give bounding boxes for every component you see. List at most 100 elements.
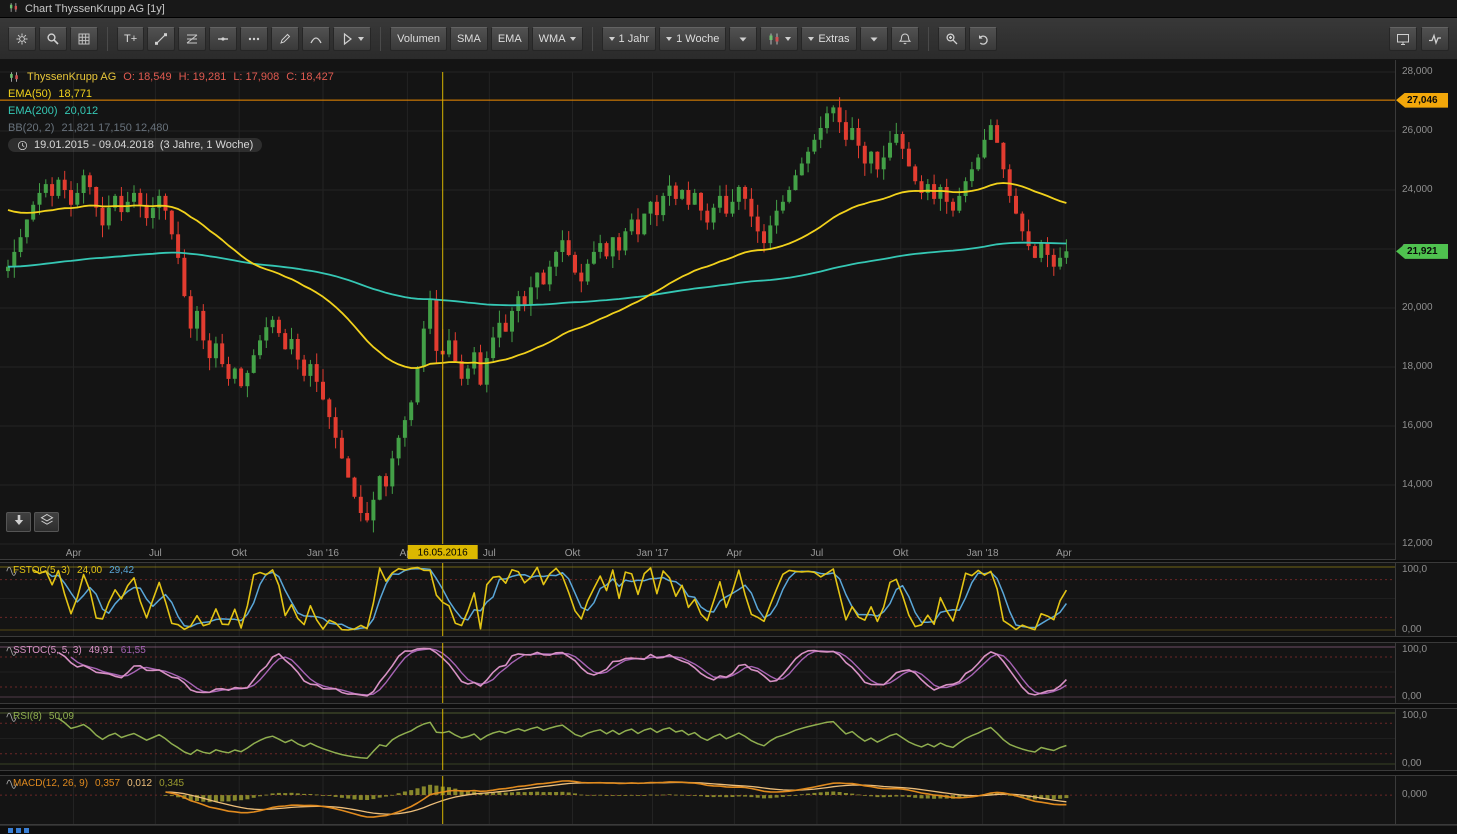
alarm-button[interactable] bbox=[891, 27, 919, 51]
extras-select[interactable]: Extras bbox=[801, 27, 856, 51]
sstoc-value: 61,55 bbox=[121, 645, 146, 656]
scroll-to-end-button[interactable] bbox=[6, 512, 31, 532]
indicator-window-button[interactable] bbox=[1421, 27, 1449, 51]
dotted-line-tool-button[interactable] bbox=[240, 27, 268, 51]
layout-grid-button[interactable] bbox=[70, 27, 98, 51]
panel-indicator-dot[interactable] bbox=[8, 828, 13, 833]
close-value: C: 18,427 bbox=[286, 71, 334, 83]
y-axis-tick: 28,000 bbox=[1402, 66, 1433, 77]
gear-icon bbox=[15, 32, 29, 46]
timespan-select[interactable]: 1 Jahr bbox=[602, 27, 657, 51]
chart-corner-buttons bbox=[6, 512, 59, 532]
fstoc-axis-label: 100,0 bbox=[1402, 564, 1427, 575]
fstoc-plot[interactable] bbox=[0, 563, 1395, 636]
trendline-tool-button[interactable] bbox=[147, 27, 175, 51]
main-toolbar: T+ Volumen SMA EMA WMA 1 Jahr 1 Woche Extras bbox=[0, 18, 1457, 60]
macd-value: 0,345 bbox=[159, 778, 184, 789]
high-value: H: 19,281 bbox=[179, 71, 227, 83]
macd-plot[interactable] bbox=[0, 776, 1395, 824]
chevron-down-icon bbox=[808, 37, 814, 41]
ema50-value: 18,771 bbox=[58, 88, 92, 100]
rsi-plot[interactable] bbox=[0, 709, 1395, 770]
fstoc-value: 24,00 bbox=[77, 565, 102, 576]
volumen-button[interactable]: Volumen bbox=[390, 27, 447, 51]
toolbar-separator bbox=[107, 27, 108, 51]
alert-price-tag[interactable]: 27,046 bbox=[1396, 93, 1448, 108]
y-axis-tick: 18,000 bbox=[1402, 361, 1433, 372]
chart-type-select[interactable] bbox=[760, 27, 798, 51]
period-range: 19.01.2015 - 09.04.2018 bbox=[34, 139, 154, 151]
arc-icon bbox=[309, 32, 323, 46]
pointer-tool-button[interactable] bbox=[333, 27, 371, 51]
price-axis[interactable]: 28,00026,00024,00022,00020,00018,00016,0… bbox=[1395, 60, 1457, 560]
toolbar-separator bbox=[380, 27, 381, 51]
magnifier-icon bbox=[46, 32, 60, 46]
panel-indicator-dot[interactable] bbox=[24, 828, 29, 833]
chevron-icon bbox=[867, 32, 881, 46]
text-annotation-button[interactable]: T+ bbox=[117, 27, 144, 51]
sstoc-axis: 100,00,00 bbox=[1395, 643, 1457, 703]
window-icon bbox=[8, 0, 19, 18]
ema50-label[interactable]: EMA(50) bbox=[8, 88, 51, 100]
button-label: 1 Jahr bbox=[619, 33, 650, 45]
period-indicator: 19.01.2015 - 09.04.2018 (3 Jahre, 1 Woch… bbox=[8, 138, 262, 152]
extras-more-dropdown[interactable] bbox=[860, 27, 888, 51]
chart-application: Chart ThyssenKrupp AG [1y] T+ Volumen SMA E… bbox=[0, 0, 1457, 834]
arc-tool-button[interactable] bbox=[302, 27, 330, 51]
ema200-label[interactable]: EMA(200) bbox=[8, 105, 58, 117]
button-label: T+ bbox=[124, 33, 137, 45]
fullscreen-button[interactable] bbox=[1389, 27, 1417, 51]
y-axis-tick: 26,000 bbox=[1402, 125, 1433, 136]
panel-indicator-dot[interactable] bbox=[16, 828, 21, 833]
button-label: EMA bbox=[498, 33, 522, 45]
macd-panel[interactable]: MACD(12, 26, 9)0,3570,0120,345 0,000 bbox=[0, 775, 1457, 825]
wma-button[interactable]: WMA bbox=[532, 27, 583, 51]
sstoc-axis-label: 0,00 bbox=[1402, 691, 1421, 702]
macd-legend: MACD(12, 26, 9)0,3570,0120,345 bbox=[6, 778, 184, 789]
bollinger-values: 21,821 17,150 12,480 bbox=[61, 122, 168, 134]
macd-label[interactable]: MACD(12, 26, 9) bbox=[13, 778, 88, 789]
zoom-in-button[interactable] bbox=[938, 27, 966, 51]
undo-button[interactable] bbox=[969, 27, 997, 51]
svg-text:Okt: Okt bbox=[231, 548, 247, 559]
sma-button[interactable]: SMA bbox=[450, 27, 488, 51]
fstoc-value: 29,42 bbox=[109, 565, 134, 576]
ema-button[interactable]: EMA bbox=[491, 27, 529, 51]
window-title: Chart ThyssenKrupp AG [1y] bbox=[25, 3, 165, 15]
freehand-tool-button[interactable] bbox=[271, 27, 299, 51]
fib-icon bbox=[185, 32, 199, 46]
pulse-icon bbox=[1428, 32, 1442, 46]
button-label: SMA bbox=[457, 33, 481, 45]
settings-button[interactable] bbox=[8, 27, 36, 51]
svg-text:Apr: Apr bbox=[66, 548, 82, 559]
toolbar-separator bbox=[592, 27, 593, 51]
fibonacci-tool-button[interactable] bbox=[178, 27, 206, 51]
svg-text:Jul: Jul bbox=[811, 548, 824, 559]
hline-icon bbox=[216, 32, 230, 46]
main-chart-area[interactable]: AprJulOktJan '16AprJulOktJan '17AprJulOk… bbox=[0, 60, 1457, 560]
horizontal-line-tool-button[interactable] bbox=[209, 27, 237, 51]
search-button[interactable] bbox=[39, 27, 67, 51]
chevron-down-icon bbox=[358, 37, 364, 41]
arrow-down-icon bbox=[12, 513, 26, 532]
candlestick-icon bbox=[8, 71, 20, 83]
toolbar-separator bbox=[928, 27, 929, 51]
sstoc-panel[interactable]: SSTOC(5, 5, 3) 49,91 61,55 100,00,00 bbox=[0, 642, 1457, 704]
fstoc-label[interactable]: FSTOC(5, 3) bbox=[13, 565, 70, 576]
pointer-icon bbox=[340, 32, 354, 46]
instrument-name[interactable]: ThyssenKrupp AG bbox=[27, 71, 116, 83]
y-axis-tick: 12,000 bbox=[1402, 538, 1433, 549]
svg-text:Okt: Okt bbox=[893, 548, 909, 559]
macd-axis-label: 0,000 bbox=[1402, 789, 1427, 800]
rsi-panel[interactable]: RSI(8)50,09 100,00,00 bbox=[0, 708, 1457, 771]
sstoc-label[interactable]: SSTOC(5, 5, 3) bbox=[13, 645, 82, 656]
sstoc-plot[interactable] bbox=[0, 643, 1395, 703]
interval-more-dropdown[interactable] bbox=[729, 27, 757, 51]
layers-button[interactable] bbox=[34, 512, 59, 532]
svg-text:Jan '16: Jan '16 bbox=[307, 548, 339, 559]
fstoc-panel[interactable]: FSTOC(5, 3)24,0029,42 100,00,00 bbox=[0, 562, 1457, 637]
sstoc-value: 49,91 bbox=[89, 645, 114, 656]
interval-select[interactable]: 1 Woche bbox=[659, 27, 726, 51]
bollinger-label[interactable]: BB(20, 2) bbox=[8, 122, 54, 134]
rsi-label[interactable]: RSI(8) bbox=[13, 711, 42, 722]
